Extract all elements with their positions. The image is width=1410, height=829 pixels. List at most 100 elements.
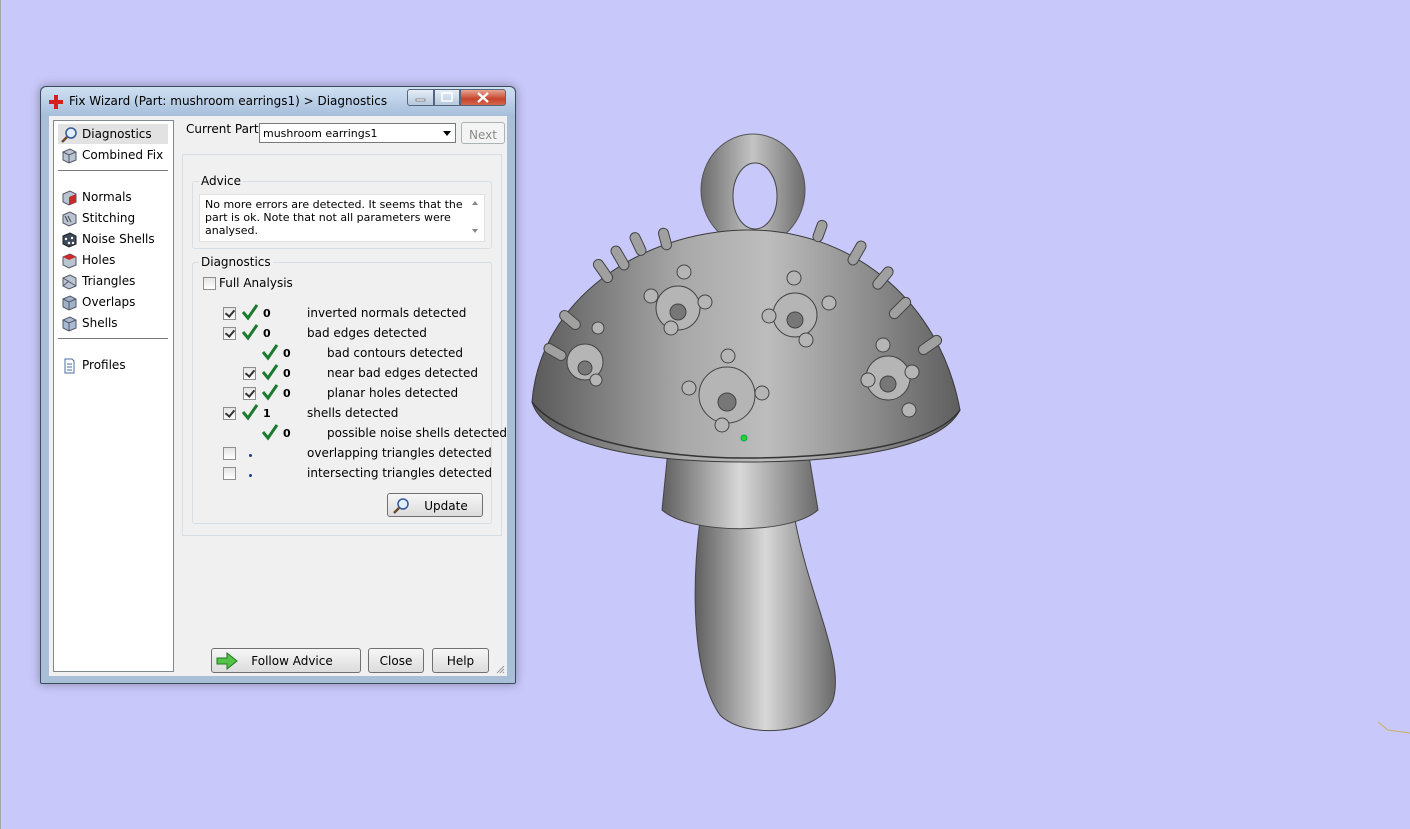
maximize-icon xyxy=(441,92,453,102)
nav-label: Shells xyxy=(82,316,118,330)
bad-edges-count: 0 xyxy=(263,327,271,340)
nav-label: Triangles xyxy=(82,274,136,288)
document-icon xyxy=(64,358,75,374)
diagnostics-panel: Advice No more errors are detected. It s… xyxy=(182,154,507,536)
pending-dot-icon xyxy=(249,454,252,457)
close-icon xyxy=(477,92,489,103)
diagnostics-title: Diagnostics xyxy=(199,255,273,269)
inverted-normals-count: 0 xyxy=(263,307,271,320)
full-analysis-checkbox[interactable] xyxy=(203,277,216,290)
nav-item-shells[interactable]: Shells xyxy=(58,313,168,333)
minimize-button[interactable] xyxy=(407,89,434,106)
scroll-up-icon[interactable] xyxy=(472,201,478,205)
nav-item-combined-fix[interactable]: Combined Fix xyxy=(58,145,168,165)
overlapping-triangles-label: overlapping triangles detected xyxy=(307,446,492,460)
update-button[interactable]: Update xyxy=(387,493,483,517)
chevron-down-icon xyxy=(443,131,451,136)
intersecting-triangles-checkbox[interactable] xyxy=(223,467,236,480)
nav-item-overlaps[interactable]: Overlaps xyxy=(58,292,168,312)
full-analysis-label: Full Analysis xyxy=(219,276,293,290)
advice-title: Advice xyxy=(199,174,244,188)
nav-label: Overlaps xyxy=(82,295,136,309)
bad-contours-count: 0 xyxy=(283,347,291,360)
shells-count: 1 xyxy=(263,407,271,420)
nav-label: Stitching xyxy=(82,211,136,225)
overlapping-triangles-checkbox[interactable] xyxy=(223,447,236,460)
nav-label: Diagnostics xyxy=(82,127,152,141)
advice-group: Advice No more errors are detected. It s… xyxy=(192,174,492,249)
update-label: Update xyxy=(424,499,468,513)
current-part-label: Current Part: xyxy=(186,122,263,136)
window-title: Fix Wizard (Part: mushroom earrings1) > … xyxy=(69,94,388,108)
noise-shells-count: 0 xyxy=(283,427,291,440)
shells-cube-icon xyxy=(62,316,77,332)
intersecting-triangles-label: intersecting triangles detected xyxy=(307,466,492,480)
maximize-button[interactable] xyxy=(434,89,460,106)
nav-separator xyxy=(58,170,168,171)
triangles-cube-icon xyxy=(62,274,77,290)
help-button[interactable]: Help xyxy=(432,648,489,673)
title-bar[interactable]: Fix Wizard (Part: mushroom earrings1) > … xyxy=(41,87,515,115)
overlaps-cube-icon xyxy=(62,295,77,311)
nav-label: Combined Fix xyxy=(82,148,164,162)
planar-holes-checkbox[interactable] xyxy=(243,387,256,400)
cube-icon xyxy=(62,148,77,164)
green-check-icon xyxy=(261,384,279,401)
current-part-select[interactable]: mushroom earrings1 xyxy=(259,123,456,143)
green-check-icon xyxy=(261,424,279,441)
follow-advice-button[interactable]: Follow Advice xyxy=(211,648,361,673)
scroll-down-icon[interactable] xyxy=(472,229,478,233)
near-bad-edges-count: 0 xyxy=(283,367,291,380)
planar-holes-count: 0 xyxy=(283,387,291,400)
magnifier-icon xyxy=(393,498,409,514)
bad-edges-checkbox[interactable] xyxy=(223,327,236,340)
noise-shells-label: possible noise shells detected xyxy=(327,426,508,440)
minimize-icon xyxy=(415,98,426,102)
nav-label: Holes xyxy=(82,253,116,267)
magnifier-icon xyxy=(61,127,77,143)
nav-item-profiles[interactable]: Profiles xyxy=(58,355,168,375)
green-check-icon xyxy=(241,304,259,321)
advice-textbox[interactable]: No more errors are detected. It seems th… xyxy=(199,194,485,242)
nav-label: Noise Shells xyxy=(82,232,155,246)
close-window-button[interactable] xyxy=(460,89,506,106)
noise-shells-cube-icon xyxy=(62,232,77,248)
shells-checkbox[interactable] xyxy=(223,407,236,420)
diagnostics-group: Diagnostics Full Analysis 0 inverted nor… xyxy=(192,255,507,524)
holes-cube-icon xyxy=(62,253,77,269)
nav-item-triangles[interactable]: Triangles xyxy=(58,271,168,291)
green-check-icon xyxy=(241,404,259,421)
nav-item-holes[interactable]: Holes xyxy=(58,250,168,270)
bad-contours-label: bad contours detected xyxy=(327,346,463,360)
nav-separator xyxy=(58,338,168,339)
next-button-label: Next xyxy=(469,128,497,142)
wizard-nav-list: Diagnostics Combined Fix Normals Stitchi… xyxy=(53,120,174,672)
nav-label: Profiles xyxy=(82,358,126,372)
nav-item-stitching[interactable]: Stitching xyxy=(58,208,168,228)
next-button[interactable]: Next xyxy=(461,122,505,144)
advice-text: No more errors are detected. It seems th… xyxy=(205,198,463,237)
nav-item-normals[interactable]: Normals xyxy=(58,187,168,207)
nav-item-noise-shells[interactable]: Noise Shells xyxy=(58,229,168,249)
current-part-value: mushroom earrings1 xyxy=(263,127,378,140)
planar-holes-label: planar holes detected xyxy=(327,386,459,400)
dialog-client: Diagnostics Combined Fix Normals Stitchi… xyxy=(49,116,507,676)
follow-advice-label: Follow Advice xyxy=(251,654,333,668)
inverted-normals-checkbox[interactable] xyxy=(223,307,236,320)
stitching-cube-icon xyxy=(62,211,77,227)
inverted-normals-label: inverted normals detected xyxy=(307,306,467,320)
shells-label: shells detected xyxy=(307,406,399,420)
nav-item-diagnostics[interactable]: Diagnostics xyxy=(58,124,168,144)
bad-edges-label: bad edges detected xyxy=(307,326,427,340)
close-label: Close xyxy=(379,654,413,668)
near-bad-edges-checkbox[interactable] xyxy=(243,367,256,380)
normals-cube-icon xyxy=(62,190,77,206)
fix-wizard-dialog: Fix Wizard (Part: mushroom earrings1) > … xyxy=(40,86,516,684)
green-check-icon xyxy=(261,344,279,361)
pending-dot-icon xyxy=(249,474,252,477)
red-cross-icon xyxy=(49,95,63,109)
help-label: Help xyxy=(446,654,475,668)
resize-grip-icon[interactable] xyxy=(495,664,505,674)
green-check-icon xyxy=(261,364,279,381)
close-button[interactable]: Close xyxy=(368,648,424,673)
